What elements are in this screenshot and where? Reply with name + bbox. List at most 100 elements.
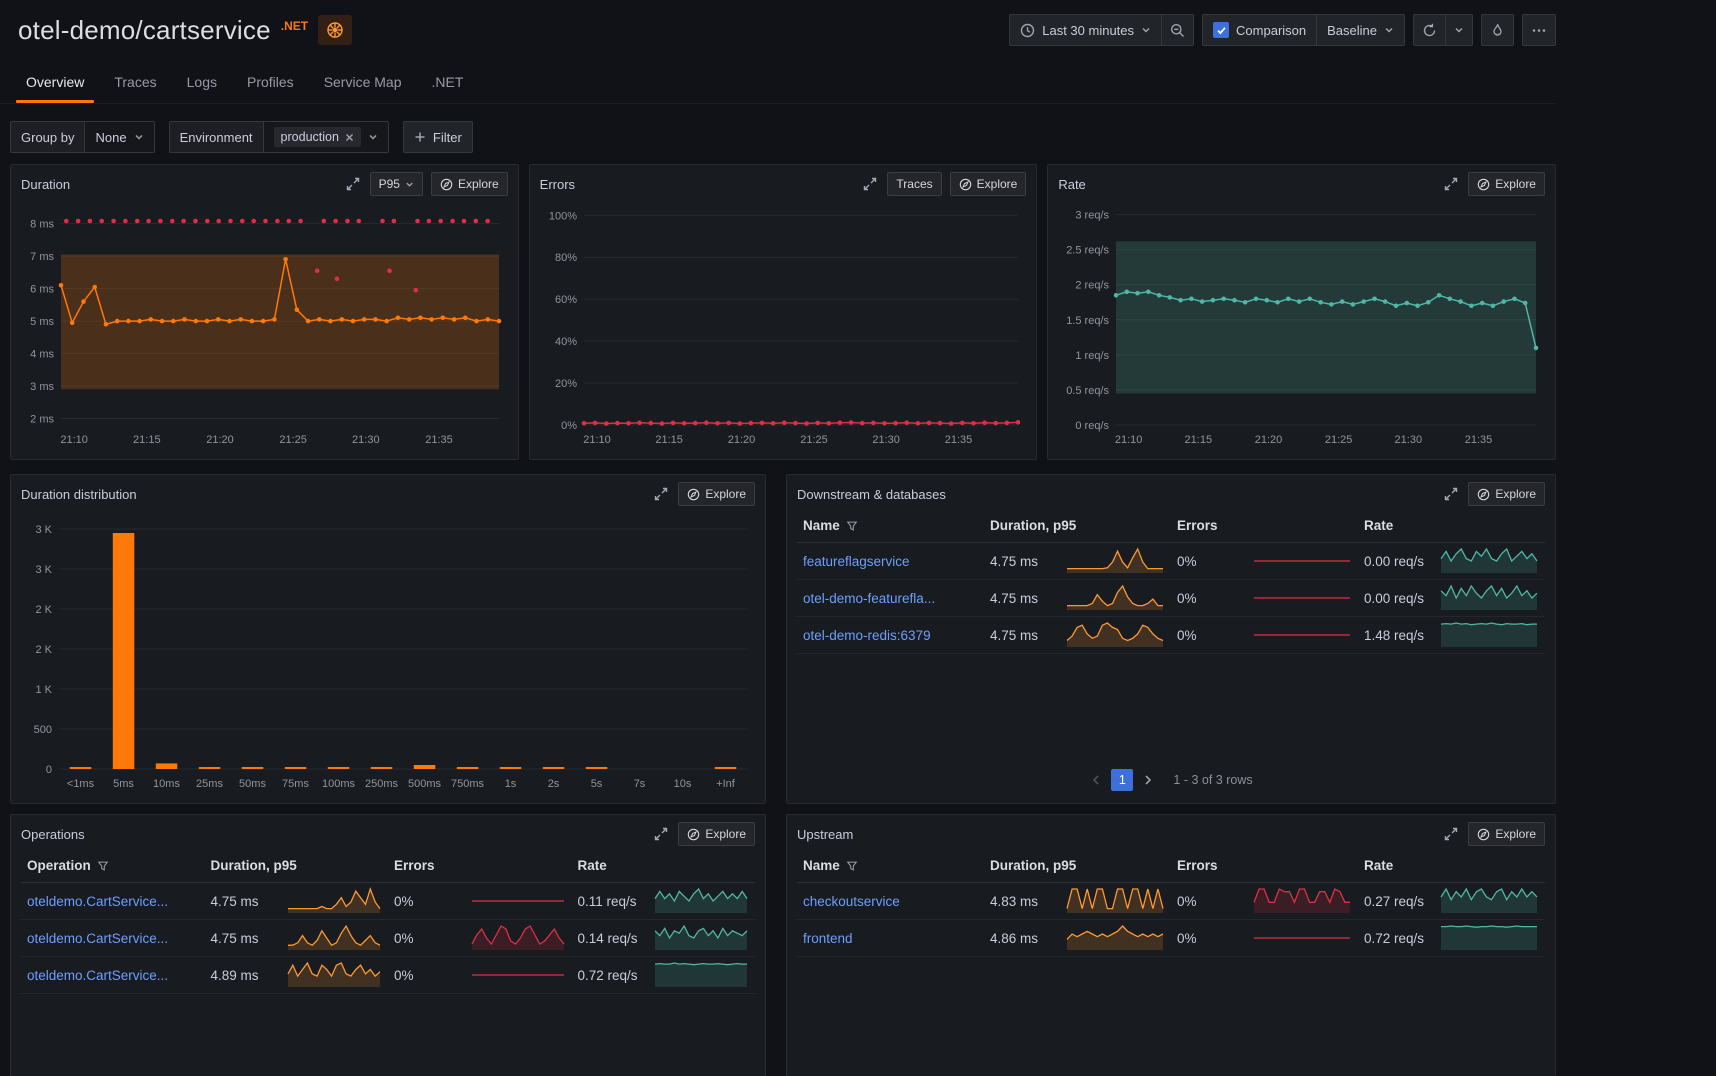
svg-text:40%: 40% — [555, 336, 577, 348]
explore-button[interactable]: Explore — [1468, 172, 1545, 196]
svg-text:21:30: 21:30 — [352, 434, 380, 446]
svg-text:21:10: 21:10 — [60, 434, 88, 446]
service-link[interactable]: otel-demo-featurefla... — [803, 591, 935, 606]
svg-text:3 K: 3 K — [35, 524, 52, 536]
tab-traces[interactable]: Traces — [102, 64, 168, 103]
expand-icon[interactable] — [1442, 825, 1460, 843]
time-controls: Last 30 minutes — [1009, 14, 1194, 46]
remove-tag-icon[interactable] — [345, 133, 354, 142]
explore-label: Explore — [1495, 487, 1536, 501]
panel-title: Duration distribution — [21, 487, 137, 502]
column-header-operation[interactable]: Operation — [21, 858, 205, 873]
duration-chart[interactable]: 8 ms7 ms6 ms5 ms4 ms3 ms2 ms21:1021:1521… — [21, 199, 507, 449]
column-header-rate[interactable]: Rate — [572, 858, 756, 873]
explore-button[interactable]: Explore — [950, 172, 1027, 196]
operation-link[interactable]: oteldemo.CartService... — [27, 931, 168, 946]
expand-icon[interactable] — [1442, 485, 1460, 503]
svg-text:2 K: 2 K — [35, 644, 52, 656]
tab-overview[interactable]: Overview — [14, 64, 96, 103]
service-link[interactable]: featureflagservice — [803, 554, 910, 569]
svg-text:3 req/s: 3 req/s — [1076, 210, 1110, 222]
panel-upstream: Upstream Explore — [786, 814, 1556, 1076]
svg-text:21:35: 21:35 — [944, 434, 972, 446]
explore-label: Explore — [977, 177, 1018, 191]
traces-button[interactable]: Traces — [887, 172, 941, 196]
svg-text:1.5 req/s: 1.5 req/s — [1067, 315, 1110, 327]
column-header-rate[interactable]: Rate — [1358, 858, 1545, 873]
chevron-down-icon — [1454, 25, 1464, 35]
column-header-rate[interactable]: Rate — [1358, 518, 1545, 533]
comparison-toggle[interactable]: Comparison — [1202, 14, 1317, 46]
comparison-control: Comparison Baseline — [1202, 14, 1405, 46]
explore-button[interactable]: Explore — [678, 822, 755, 846]
expand-arrows-icon — [1444, 827, 1458, 841]
operation-link[interactable]: oteldemo.CartService... — [27, 968, 168, 983]
tab-profiles[interactable]: Profiles — [235, 64, 306, 103]
errors-sparkline — [1252, 621, 1352, 649]
column-header-duration[interactable]: Duration, p95 — [984, 518, 1171, 533]
svg-text:21:15: 21:15 — [1185, 434, 1213, 446]
operation-link[interactable]: oteldemo.CartService... — [27, 894, 168, 909]
expand-icon[interactable] — [652, 485, 670, 503]
tab-logs[interactable]: Logs — [175, 64, 229, 103]
duration-value: 4.83 ms — [990, 894, 1038, 909]
expand-icon[interactable] — [861, 175, 879, 193]
explore-button[interactable]: Explore — [678, 482, 755, 506]
flame-button[interactable] — [1481, 14, 1514, 46]
explore-button[interactable]: Explore — [1468, 482, 1545, 506]
panel-row-top: Duration P95 — [10, 164, 1556, 460]
filter-funnel-icon[interactable] — [846, 520, 858, 532]
distribution-chart[interactable]: 3 K3 K2 K2 K1 K5000<1ms5ms10ms25ms50ms75… — [21, 509, 755, 795]
service-link[interactable]: frontend — [803, 931, 853, 946]
kubernetes-button[interactable] — [318, 15, 352, 45]
rate-sparkline — [1439, 924, 1539, 952]
column-header-duration[interactable]: Duration, p95 — [205, 858, 389, 873]
column-header-name[interactable]: Name — [797, 858, 984, 873]
service-link[interactable]: checkoutservice — [803, 894, 900, 909]
svg-text:2 req/s: 2 req/s — [1076, 280, 1110, 292]
previous-page-button[interactable] — [1089, 772, 1103, 788]
environment-dropdown[interactable]: production — [263, 121, 389, 153]
panel-header: Errors Traces — [540, 169, 1027, 199]
time-range-picker[interactable]: Last 30 minutes — [1009, 14, 1162, 46]
column-header-duration[interactable]: Duration, p95 — [984, 858, 1171, 873]
svg-text:20%: 20% — [555, 378, 577, 390]
tab-dotnet[interactable]: .NET — [420, 64, 476, 103]
comparison-checkbox[interactable] — [1213, 22, 1229, 38]
service-link[interactable]: otel-demo-redis:6379 — [803, 628, 931, 643]
filter-funnel-icon[interactable] — [846, 860, 858, 872]
column-header-errors[interactable]: Errors — [1171, 518, 1358, 533]
more-options-button[interactable] — [1522, 14, 1556, 46]
column-header-errors[interactable]: Errors — [1171, 858, 1358, 873]
expand-icon[interactable] — [652, 825, 670, 843]
current-page[interactable]: 1 — [1111, 769, 1133, 791]
expand-icon[interactable] — [344, 175, 362, 193]
table-row: frontend 4.86 ms 0% 0.72 req/s — [797, 920, 1545, 957]
svg-text:21:20: 21:20 — [206, 434, 234, 446]
quantile-dropdown[interactable]: P95 — [370, 172, 423, 196]
explore-button[interactable]: Explore — [431, 172, 508, 196]
svg-text:21:15: 21:15 — [655, 434, 683, 446]
group-by-dropdown[interactable]: None — [84, 121, 154, 153]
ellipsis-icon — [1531, 23, 1547, 38]
errors-chart[interactable]: 100%80%60%40%20%0%21:1021:1521:2021:2521… — [540, 199, 1026, 449]
explore-button[interactable]: Explore — [1468, 822, 1545, 846]
expand-icon[interactable] — [1442, 175, 1460, 193]
refresh-button[interactable] — [1413, 14, 1446, 46]
tab-service-map[interactable]: Service Map — [312, 64, 414, 103]
group-by-value: None — [95, 130, 126, 145]
zoom-out-button[interactable] — [1161, 14, 1194, 46]
add-filter-button[interactable]: Filter — [403, 121, 473, 153]
baseline-dropdown[interactable]: Baseline — [1316, 14, 1405, 46]
column-header-name[interactable]: Name — [797, 518, 984, 533]
rate-sparkline — [1439, 547, 1539, 575]
filter-funnel-icon[interactable] — [97, 860, 109, 872]
next-page-button[interactable] — [1141, 772, 1155, 788]
tab-bar: Overview Traces Logs Profiles Service Ma… — [0, 56, 1556, 104]
errors-spark — [1252, 887, 1352, 915]
panel-operations: Operations Explore — [10, 814, 766, 1076]
column-header-errors[interactable]: Errors — [388, 858, 572, 873]
rate-chart[interactable]: 3 req/s2.5 req/s2 req/s1.5 req/s1 req/s0… — [1058, 199, 1544, 449]
expand-arrows-icon — [1444, 177, 1458, 191]
refresh-interval-dropdown[interactable] — [1445, 14, 1473, 46]
